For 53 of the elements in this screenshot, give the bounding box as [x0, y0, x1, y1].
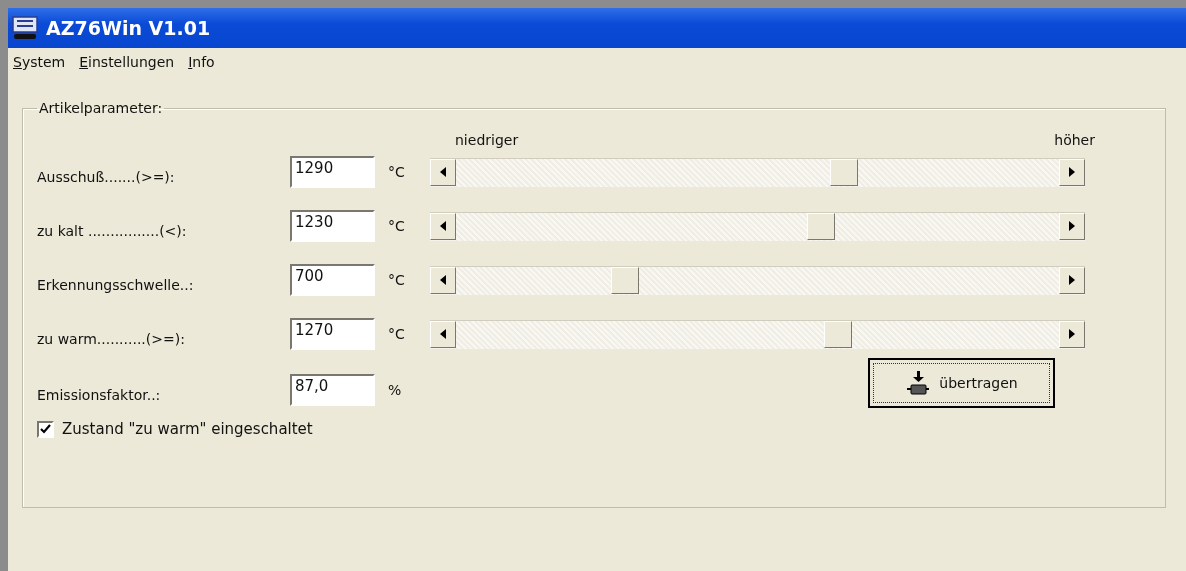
scroll-left-button[interactable] [430, 158, 456, 186]
value-field[interactable]: 1290 [290, 156, 375, 188]
checkbox-label: Zustand "zu warm" eingeschaltet [62, 420, 313, 438]
unit-label: % [387, 382, 403, 398]
checkmark-icon [40, 424, 51, 434]
scale-high-label: höher [1054, 132, 1095, 150]
parameter-label: Emissionsfaktor..: [37, 386, 162, 403]
value-field[interactable]: 1270 [290, 318, 375, 350]
scale-low-label: niedriger [455, 132, 519, 150]
left-arrow-icon [440, 221, 446, 231]
slider-thumb[interactable] [824, 320, 852, 348]
window-title: AZ76Win V1.01 [46, 17, 211, 39]
app-icon [12, 16, 38, 40]
menu-item[interactable]: System [8, 54, 71, 80]
checkbox[interactable] [37, 420, 54, 438]
slider-thumb[interactable] [829, 158, 858, 186]
menu-item[interactable]: Einstellungen [74, 54, 180, 80]
unit-label: °C [387, 272, 406, 288]
scroll-right-button[interactable] [1059, 212, 1085, 240]
parameter-label: zu warm...........(>=): [37, 330, 186, 347]
transfer-button[interactable]: übertragen [868, 358, 1055, 408]
unit-label: °C [387, 218, 406, 234]
scroll-slider[interactable] [430, 157, 1085, 187]
value-field[interactable]: 87,0 [290, 374, 375, 406]
warm-state-checkbox[interactable]: Zustand "zu warm" eingeschaltet [37, 420, 1151, 438]
value-field[interactable]: 1230 [290, 210, 375, 242]
right-arrow-icon [1069, 167, 1075, 177]
scroll-slider[interactable] [430, 319, 1085, 349]
download-device-icon [905, 370, 932, 396]
left-arrow-icon [440, 167, 446, 177]
scroll-right-button[interactable] [1059, 320, 1085, 348]
slider-thumb[interactable] [806, 212, 835, 240]
right-arrow-icon [1069, 275, 1075, 285]
left-arrow-icon [440, 329, 446, 339]
scroll-left-button[interactable] [430, 320, 456, 348]
group-title: Artikelparameter: [38, 100, 164, 116]
parameter-label: zu kalt ................(<): [37, 222, 188, 239]
parameter-label: Ausschuß.......(>=): [37, 168, 176, 185]
scroll-right-button[interactable] [1059, 158, 1085, 186]
scroll-slider[interactable] [430, 211, 1085, 241]
value-field[interactable]: 700 [290, 264, 375, 296]
right-arrow-icon [1069, 221, 1075, 231]
menu-item[interactable]: Info [183, 54, 220, 80]
parameter-label: Erkennungsschwelle..: [37, 276, 195, 293]
scroll-right-button[interactable] [1059, 266, 1085, 294]
scroll-slider[interactable] [430, 265, 1085, 295]
slider-thumb[interactable] [611, 266, 640, 294]
left-arrow-icon [440, 275, 446, 285]
unit-label: °C [387, 164, 406, 180]
scroll-left-button[interactable] [430, 212, 456, 240]
unit-label: °C [387, 326, 406, 342]
scroll-left-button[interactable] [430, 266, 456, 294]
right-arrow-icon [1069, 329, 1075, 339]
